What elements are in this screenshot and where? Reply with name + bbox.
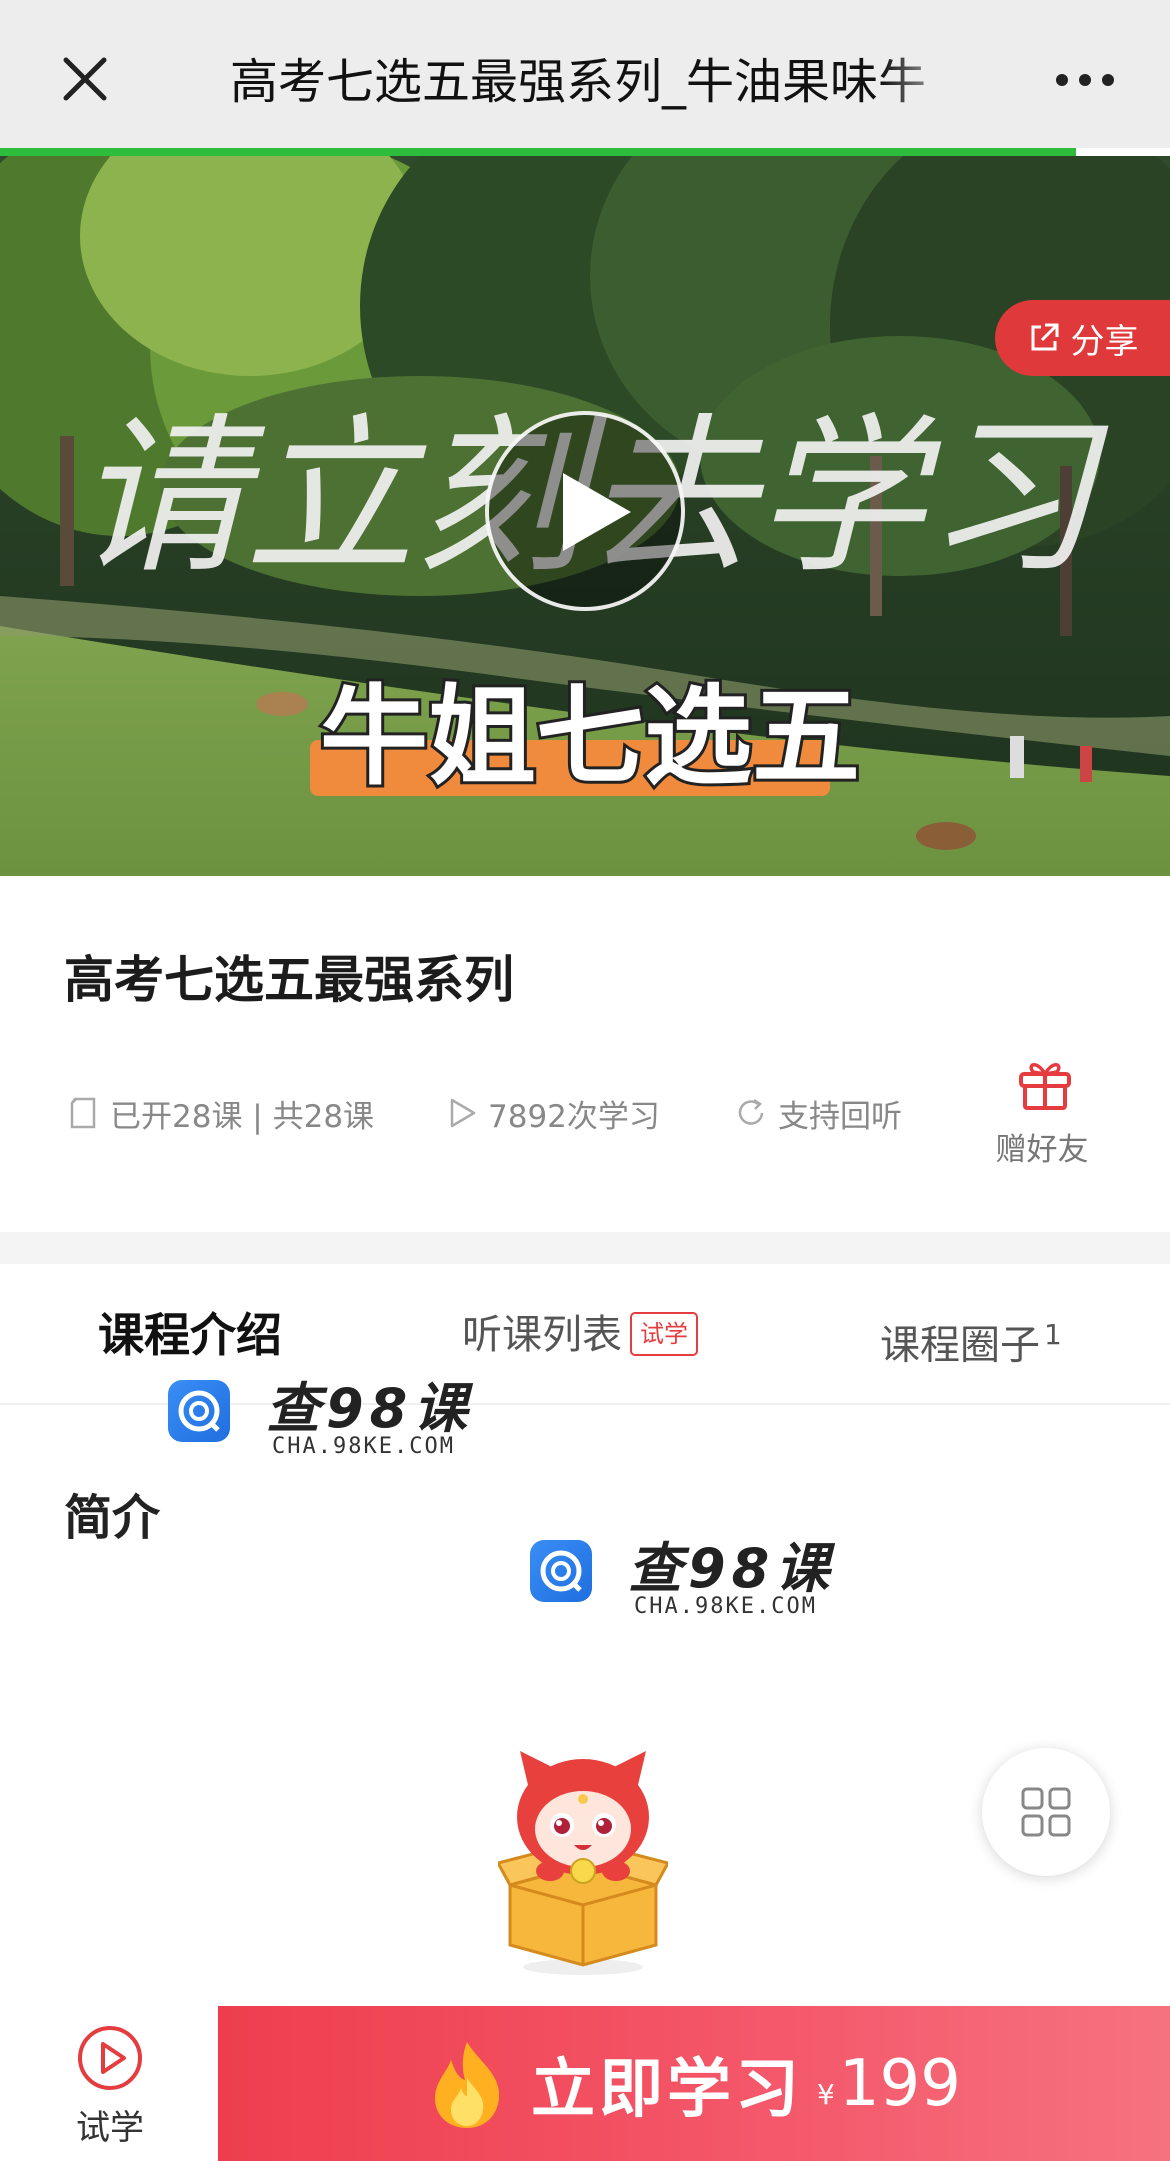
circle-count: 1 xyxy=(1044,1318,1062,1351)
cover-banner-text: 牛姐七选五 xyxy=(320,675,860,800)
watermark: 查98课 CHA.98KE.COM xyxy=(530,1528,850,1619)
tab-course-intro[interactable]: 课程介绍 xyxy=(98,1300,282,1370)
more-button[interactable] xyxy=(1050,58,1120,102)
study-count: 7892次学习 xyxy=(444,1090,660,1136)
gift-label: 赠好友 xyxy=(995,1132,1089,1168)
share-label: 分享 xyxy=(1070,321,1139,362)
floating-menu-button[interactable] xyxy=(982,1748,1110,1876)
watermark-url: CHA.98KE.COM xyxy=(634,1594,817,1619)
watermark: 查98课 CHA.98KE.COM xyxy=(168,1368,488,1459)
tab-lesson-list[interactable]: 听课列表 试学 xyxy=(462,1300,698,1370)
grid-menu-icon xyxy=(1021,1787,1071,1837)
trial-label: 试学 xyxy=(76,2108,144,2148)
replay-text: 支持回听 xyxy=(778,1098,902,1135)
watermark-logo-icon xyxy=(530,1540,592,1602)
more-dots-icon xyxy=(1056,74,1114,86)
external-share-icon xyxy=(1031,323,1058,351)
trial-button[interactable]: 试学 xyxy=(40,2024,180,2154)
flame-icon xyxy=(435,2041,500,2128)
study-count-text: 7892次学习 xyxy=(488,1098,660,1135)
close-icon xyxy=(63,57,107,101)
gift-icon xyxy=(1019,1063,1071,1110)
page-title: 高考七选五最强系列_牛油果味牛 xyxy=(230,54,927,110)
replay-support: 支持回听 xyxy=(734,1090,902,1136)
intro-heading: 简介 xyxy=(64,1490,161,1546)
study-now-label: 立即学习 xyxy=(531,2052,803,2127)
lesson-count: 已开28课 | 共28课 xyxy=(66,1090,374,1136)
share-button[interactable]: 分享 xyxy=(995,300,1170,376)
section-divider xyxy=(0,1232,1170,1264)
watermark-text: 查98课 xyxy=(628,1537,836,1600)
price-currency: ¥ xyxy=(817,2078,835,2111)
gift-friend-button[interactable]: 赠好友 xyxy=(990,1056,1100,1176)
mascot-image xyxy=(495,1745,671,1975)
play-outline-icon xyxy=(450,1098,476,1128)
close-button[interactable] xyxy=(52,46,118,112)
watermark-logo-icon xyxy=(168,1380,230,1442)
play-button[interactable] xyxy=(485,411,685,611)
watermark-url: CHA.98KE.COM xyxy=(272,1434,455,1459)
trial-badge: 试学 xyxy=(630,1312,698,1356)
lesson-count-text: 已开28课 | 共28课 xyxy=(110,1098,375,1135)
watermark-text: 查98课 xyxy=(266,1377,474,1440)
study-now-button[interactable]: 立即学习 ¥ 199 xyxy=(218,2006,1170,2161)
lessons-icon xyxy=(70,1097,96,1129)
tab-course-circle-label: 课程圈子 xyxy=(880,1322,1040,1369)
tab-lesson-list-label: 听课列表 xyxy=(462,1312,622,1358)
page-load-progress xyxy=(0,148,1076,156)
course-title: 高考七选五最强系列 xyxy=(64,951,514,1009)
play-circle-icon xyxy=(78,2026,142,2090)
price-value: 199 xyxy=(838,2046,961,2121)
replay-icon xyxy=(738,1098,764,1125)
tab-course-circle[interactable]: 课程圈子 1 xyxy=(880,1300,1062,1370)
play-icon xyxy=(563,473,631,551)
